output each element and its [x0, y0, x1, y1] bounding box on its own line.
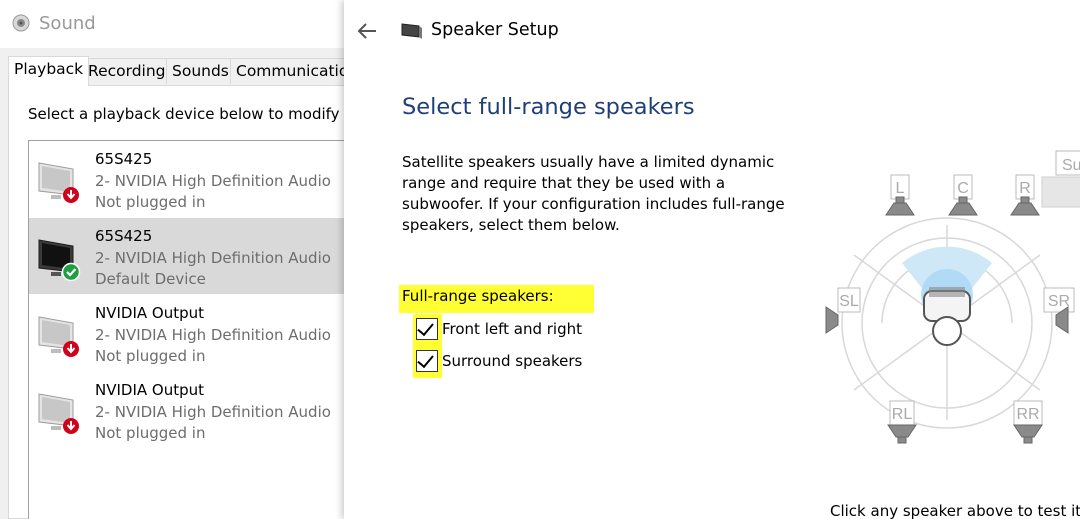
surround-speakers-checkbox[interactable] [416, 350, 438, 372]
speaker-setup-panel: Speaker Setup Select full-range speakers… [344, 0, 1080, 519]
monitor-unplugged-icon [38, 162, 79, 203]
device-driver: 2- NVIDIA High Definition Audio [95, 403, 331, 421]
speaker-label: C [957, 180, 969, 197]
device-name: 65S425 [95, 150, 153, 168]
tab-strip: Playback Recording Sounds Communications [8, 56, 373, 86]
speaker-label: SR [1048, 293, 1070, 310]
sound-window: Sound Playback Recording Sounds Communic… [0, 0, 384, 519]
device-driver: 2- NVIDIA High Definition Audio [95, 172, 331, 190]
monitor-default-icon [38, 239, 81, 282]
device-status: Not plugged in [95, 193, 206, 211]
speaker-label: Sub [1062, 157, 1080, 174]
device-item[interactable]: NVIDIA Output 2- NVIDIA High Definition … [29, 372, 351, 448]
speaker-label: RL [892, 406, 913, 423]
device-name: NVIDIA Output [95, 304, 205, 322]
checkmark-icon [417, 318, 434, 337]
device-item-selected[interactable]: 65S425 2- NVIDIA High Definition Audio D… [29, 218, 351, 294]
listener-icon [923, 287, 971, 346]
back-arrow-icon[interactable] [354, 18, 380, 44]
device-driver: 2- NVIDIA High Definition Audio [95, 326, 331, 344]
speaker-icon [12, 14, 30, 32]
full-range-group-label: Full-range speakers: [399, 285, 594, 313]
page-heading: Select full-range speakers [402, 94, 695, 120]
playback-instruction: Select a playback device below to modify… [28, 105, 384, 123]
surround-speakers-label: Surround speakers [442, 352, 583, 370]
checkmark-icon [417, 350, 434, 369]
front-left-right-checkbox[interactable] [416, 318, 438, 340]
monitor-unplugged-icon [38, 393, 79, 434]
speaker-layout-diagram[interactable]: L C R Sub SL SR [814, 145, 1080, 455]
device-status: Default Device [95, 270, 206, 288]
device-driver: 2- NVIDIA High Definition Audio [95, 249, 331, 267]
device-item[interactable]: 65S425 2- NVIDIA High Definition Audio N… [29, 141, 351, 217]
device-status: Not plugged in [95, 347, 206, 365]
playback-panel: Select a playback device below to modify… [8, 85, 384, 519]
device-status: Not plugged in [95, 424, 206, 442]
test-speaker-hint: Click any speaker above to test it. [830, 502, 1080, 519]
device-name: NVIDIA Output [95, 381, 205, 399]
speaker-setup-icon [401, 23, 422, 39]
device-item[interactable]: NVIDIA Output 2- NVIDIA High Definition … [29, 295, 351, 371]
speaker-label: RR [1016, 406, 1039, 423]
sound-window-title: Sound [39, 13, 96, 34]
monitor-unplugged-icon [38, 316, 79, 357]
speaker-label: SL [839, 293, 859, 310]
front-left-right-label: Front left and right [442, 320, 583, 338]
speaker-label: L [896, 180, 905, 197]
tab-sounds[interactable]: Sounds [166, 58, 235, 84]
device-name: 65S425 [95, 227, 153, 245]
sound-title-bar: Sound [0, 0, 350, 48]
speaker-setup-title: Speaker Setup [431, 20, 559, 40]
page-description: Satellite speakers usually have a limite… [402, 153, 785, 234]
speaker-label: R [1019, 180, 1031, 197]
tab-playback[interactable]: Playback [8, 56, 90, 86]
tab-recording[interactable]: Recording [82, 58, 172, 84]
device-list[interactable]: 65S425 2- NVIDIA High Definition Audio N… [28, 140, 351, 519]
